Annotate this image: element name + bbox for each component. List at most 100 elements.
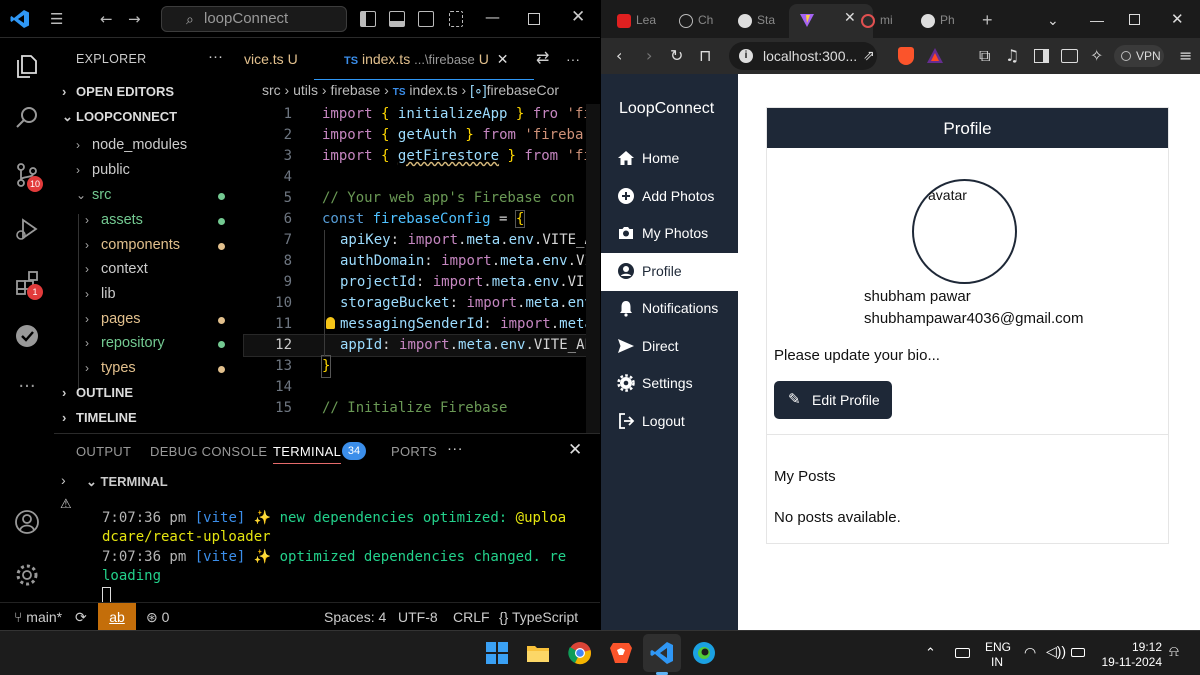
sync-icon[interactable]: ⟳ [75,609,87,626]
testing-check-icon[interactable] [14,323,40,349]
wifi-icon[interactable]: ◠ [1024,645,1036,660]
forward-arrow-icon[interactable]: → [128,10,141,28]
sidebar-item-home[interactable]: Home [601,140,738,178]
browser-tab[interactable]: Sta [738,6,775,34]
terminal-output[interactable]: 7:07:36 pm [vite] ✨ new dependencies opt… [82,498,600,603]
edit-profile-button[interactable]: ✎ Edit Profile [774,381,892,419]
back-arrow-icon[interactable]: ← [100,10,113,28]
sidebar-item-direct[interactable]: Direct [601,328,738,366]
code-line[interactable]: 15 // Initialize Firebase [244,398,600,419]
timeline-section[interactable]: › TIMELINE [62,410,137,425]
extensions-puzzle-icon[interactable]: ⧉ [979,46,990,66]
compare-changes-icon[interactable]: ⇄ [536,38,549,80]
close-panel-icon[interactable]: ✕ [568,440,583,460]
more-views-icon[interactable]: ··· [14,374,40,400]
tree-item-types[interactable]: › types [85,360,136,376]
chevron-right-icon[interactable]: › [61,472,66,488]
tree-item-context[interactable]: › context [85,261,148,277]
tree-item-public[interactable]: › public [76,162,130,178]
code-line[interactable]: 11 messagingSenderId: import.meta [244,314,600,335]
panel-more-icon[interactable]: ··· [447,440,463,457]
breadcrumb-item[interactable]: index.ts [409,82,457,98]
toggle-secondary-sidebar-icon[interactable] [418,11,434,27]
brave-shields-icon[interactable] [898,47,914,65]
indentation-status[interactable]: Spaces: 4 [324,609,386,625]
spell-check-ab[interactable]: ab [98,603,136,630]
tree-item-node-modules[interactable]: › node_modules [76,137,187,153]
account-icon[interactable] [14,509,40,535]
run-debug-icon[interactable] [14,216,40,242]
sidebar-item-profile[interactable]: Profile [601,253,738,291]
windows-start-icon[interactable] [484,640,510,666]
sidebar-toggle-icon[interactable] [1034,49,1049,63]
leo-ai-icon[interactable]: ✧ [1090,46,1103,66]
sidebar-item-my-photos[interactable]: My Photos [601,215,738,253]
tree-item-components[interactable]: › components [85,237,180,253]
battery-icon[interactable] [1071,648,1085,657]
code-line-current[interactable]: 12 appId: import.meta.env.VITE_AP [243,334,600,357]
language-mode[interactable]: {} TypeScript [499,609,578,625]
breadcrumb-item[interactable]: utils [293,82,318,98]
more-actions-icon[interactable]: ··· [566,38,580,80]
media-music-icon[interactable]: ♫ [1005,46,1019,66]
editor-minimap[interactable] [586,104,600,433]
chrome-icon[interactable] [567,640,593,666]
tree-item-src[interactable]: ⌄ src [76,187,111,203]
sidebar-item-logout[interactable]: Logout [601,403,738,441]
minimize-icon[interactable]: — [1090,6,1104,34]
site-info-icon[interactable]: i [739,49,753,63]
code-line[interactable]: 2 import { getAuth } from 'fireba [244,125,600,146]
close-tab-icon[interactable]: ✕ [844,10,856,26]
share-icon[interactable]: ⇗ [863,46,875,66]
code-line[interactable]: 5 // Your web app's Firebase con [244,188,600,209]
open-editors-section[interactable]: › OPEN EDITORS [62,84,174,99]
menu-icon[interactable]: ≡ [1179,46,1192,66]
lightbulb-icon[interactable] [326,317,335,329]
edge-icon[interactable] [691,640,717,666]
code-line[interactable]: 4 [244,167,600,188]
language-indicator[interactable]: ENG IN [985,640,1011,670]
terminal-group-header[interactable]: ⌄ TERMINAL [86,474,168,490]
code-line[interactable]: 7 apiKey: import.meta.env.VITE_A [244,230,600,251]
brave-rewards-icon[interactable] [926,47,944,65]
tree-item-repository[interactable]: › repository [85,335,165,351]
maximize-icon[interactable] [1129,14,1140,25]
wallet-icon[interactable] [1061,49,1078,63]
eol-status[interactable]: CRLF [453,609,490,625]
breadcrumb-item[interactable]: src [262,82,281,98]
close-tab-icon[interactable]: ✕ [497,51,509,67]
search-icon[interactable] [14,105,40,131]
toggle-panel-icon[interactable] [389,11,405,27]
customize-layout-icon[interactable] [449,11,463,27]
ports-status[interactable]: ⊛ 0 [146,609,169,626]
explorer-more-icon[interactable]: ··· [208,48,223,65]
menu-icon[interactable]: ☰ [50,10,63,28]
sidebar-item-settings[interactable]: Settings [601,365,738,403]
breadcrumb-item[interactable]: firebase [330,82,380,98]
tree-item-assets[interactable]: › assets [85,212,143,228]
code-line[interactable]: 9 projectId: import.meta.env.VI [244,272,600,293]
encoding-status[interactable]: UTF-8 [398,609,438,625]
close-window-icon[interactable]: ✕ [1171,6,1184,34]
notification-bell-icon[interactable]: ⍾ [1169,644,1179,659]
browser-tab[interactable]: mi [861,6,893,34]
code-line[interactable]: 14 [244,377,600,398]
bookmark-icon[interactable]: ⊓ [699,46,711,66]
browser-tab[interactable]: Ch [679,6,713,34]
vpn-button[interactable]: VPN [1114,45,1164,67]
tab-terminal[interactable]: TERMINAL [273,444,342,464]
tab-ports[interactable]: PORTS [391,444,437,459]
tree-item-lib[interactable]: › lib [85,286,116,302]
code-line[interactable]: 13} [244,355,600,378]
settings-gear-icon[interactable] [14,562,40,588]
code-line[interactable]: 3 import { getFirestore } from 'fi [244,146,600,167]
keyboard-icon[interactable] [955,648,970,658]
tab-output[interactable]: OUTPUT [76,444,131,459]
brand-logo[interactable]: LoopConnect [619,100,714,118]
explorer-files-icon[interactable] [14,53,40,79]
avatar[interactable]: avatar [912,179,1017,284]
browser-tab[interactable]: Ph [921,6,955,34]
file-explorer-icon[interactable] [525,640,551,666]
minimize-icon[interactable]: — [485,8,500,26]
breadcrumb-item[interactable]: firebaseCor [487,82,559,98]
